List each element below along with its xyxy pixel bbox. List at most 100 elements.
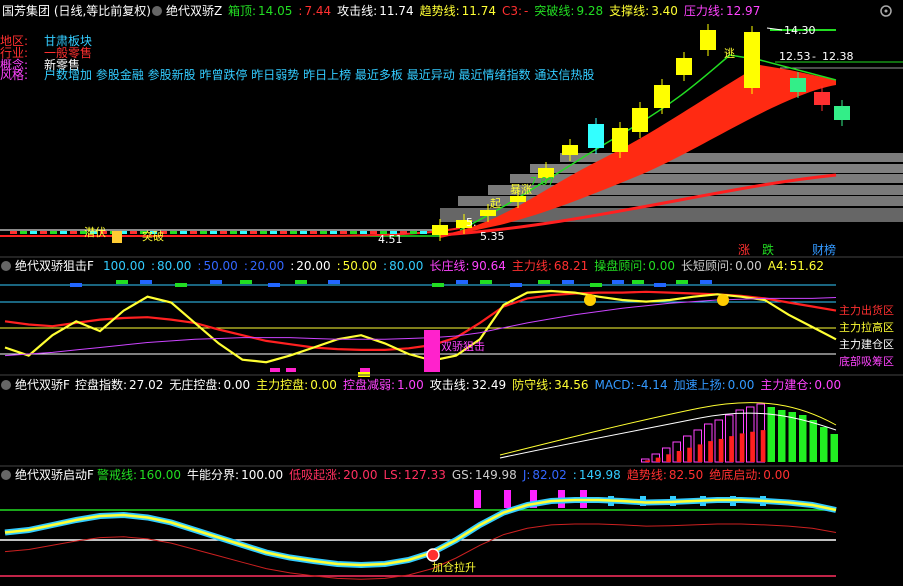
field-value: 90.64 — [471, 259, 505, 273]
field-label: 低吸起涨: — [289, 467, 341, 482]
field-label: : — [298, 4, 302, 18]
panel3-toggle-icon[interactable] — [1, 380, 11, 390]
field-label: 无庄控盘: — [169, 377, 221, 392]
zone-lagao: 主力拉高区 — [839, 320, 894, 334]
candle-body — [480, 210, 496, 216]
panel4-toggle-icon[interactable] — [1, 470, 11, 480]
p2-signal-bar — [424, 330, 440, 372]
field-value: 7.44 — [304, 4, 331, 18]
field-value: 0.00 — [814, 378, 841, 392]
price-label-low: 4.51 — [378, 233, 403, 246]
price-arrow: - — [812, 50, 816, 63]
field-value: 100.00 — [103, 259, 145, 273]
p2-marker — [590, 283, 602, 287]
legend-die[interactable]: 跌 — [762, 242, 774, 257]
candle-body — [632, 108, 648, 132]
candle-body — [210, 231, 217, 234]
legend-caiwu[interactable]: 财榜 — [812, 242, 836, 257]
price-label-mid-left: 12.53 — [779, 50, 811, 63]
p3-bar-inner — [760, 430, 766, 462]
candle-body — [170, 231, 177, 234]
indicator-toggle-icon[interactable] — [152, 6, 162, 16]
p3-bar — [830, 434, 838, 462]
annotation-tao: 逃 — [724, 47, 735, 60]
field-label: : — [290, 259, 294, 273]
field-value: 1.00 — [397, 378, 424, 392]
field-label: : — [151, 259, 155, 273]
field-value: -4.14 — [637, 378, 668, 392]
field-label: 主力建仓: — [760, 378, 812, 392]
p3-attack-line — [499, 412, 837, 459]
field-label: 防守线: — [512, 377, 552, 392]
field-value: 50.00 — [203, 259, 237, 273]
main-indicator-fields: 箱顶: 14.05:7.44 攻击线: 11.74 趋势线: 11.74 C3: - 突破线: 9… — [228, 3, 760, 18]
zone-jiancang: 主力建仓区 — [839, 337, 894, 351]
p3-bar-inner — [687, 447, 692, 462]
candle-body — [350, 231, 357, 234]
stock-title: 国芳集团 (日线,等比前复权) — [2, 3, 151, 18]
candle-body — [180, 231, 187, 234]
p3-bar — [799, 415, 807, 462]
candle-body — [50, 231, 57, 234]
style-tags: 户数增加 参股金融 参股新股 昨曾跌停 昨日弱势 昨日上榜 最近多板 最近异动 … — [44, 67, 594, 82]
annotation-tupo: 突破 — [142, 229, 164, 243]
zone-xichou: 底部吸筹区 — [839, 354, 894, 368]
legend-zhang[interactable]: 涨 — [738, 242, 750, 257]
field-label: 操盘顾问: — [594, 258, 646, 273]
candle-body — [290, 231, 297, 234]
p2-marker — [328, 280, 340, 284]
p2-marker — [175, 283, 187, 287]
candle-body — [300, 231, 307, 234]
candle-body — [834, 106, 850, 120]
field-value: 80.00 — [157, 259, 191, 273]
candle-body — [612, 128, 628, 152]
p2-marker — [360, 368, 370, 372]
field-value: 82.50 — [669, 468, 703, 482]
p3-bar-inner — [739, 433, 745, 462]
panel2-toggle-icon[interactable] — [1, 261, 11, 271]
field-label: GS: — [452, 468, 473, 482]
field-value: 0.00 — [648, 259, 675, 273]
price-label-707: 7.07 — [530, 175, 555, 188]
field-label: 主力控盘: — [256, 377, 308, 392]
field-label: : — [337, 259, 341, 273]
p2-marker — [286, 368, 296, 372]
candle-body — [310, 231, 317, 234]
field-value: 12.97 — [726, 4, 760, 18]
p2-marker — [268, 283, 280, 287]
field-value: 149.98 — [579, 468, 621, 482]
candle-body — [30, 231, 37, 234]
p4-marker — [474, 490, 481, 508]
panel3-name: 绝代双骄F — [15, 377, 70, 392]
p2-marker — [116, 280, 128, 284]
candle-body — [410, 231, 417, 234]
field-label: LS: — [384, 468, 402, 482]
p3-bar-inner — [718, 438, 724, 462]
price-label-mid-right: 12.38 — [822, 50, 854, 63]
panel2-name: 绝代双骄狙击F — [15, 258, 94, 273]
p3-bar — [778, 410, 786, 462]
p4-signal-label: 加仓拉升 — [432, 560, 476, 574]
p2-marker — [480, 280, 492, 284]
field-value: 0.00 — [735, 259, 762, 273]
candle-body — [250, 231, 257, 234]
p2-marker — [510, 283, 522, 287]
settings-gear-icon[interactable] — [880, 5, 892, 17]
candle-body — [790, 78, 806, 92]
stock-info-rows: 地区: 甘肃板块行业: 一般零售概念: 新零售 — [0, 34, 92, 72]
candle-body — [700, 30, 716, 50]
p2-marker — [632, 280, 644, 284]
candle-body — [360, 231, 367, 234]
panel-2-jiji: 绝代双骄狙击F 100.00:80.00:50.00:20.00:20.00:5… — [0, 258, 894, 377]
field-label: 攻击线: — [337, 4, 377, 18]
field-value: 68.21 — [554, 259, 588, 273]
field-label: A4: — [768, 259, 788, 273]
field-value: 0.00 — [310, 378, 337, 392]
add-position-icon — [426, 548, 440, 562]
field-value: 149.98 — [475, 468, 517, 482]
field-value: 51.62 — [790, 259, 824, 273]
style-label: 风格: — [0, 67, 28, 82]
panel4-name: 绝代双骄启动F — [15, 467, 94, 482]
chart-canvas: 国芳集团 (日线,等比前复权) 绝代双骄Z 箱顶: 14.05:7.44 攻击线: 1… — [0, 3, 903, 580]
p3-bar — [820, 427, 828, 462]
